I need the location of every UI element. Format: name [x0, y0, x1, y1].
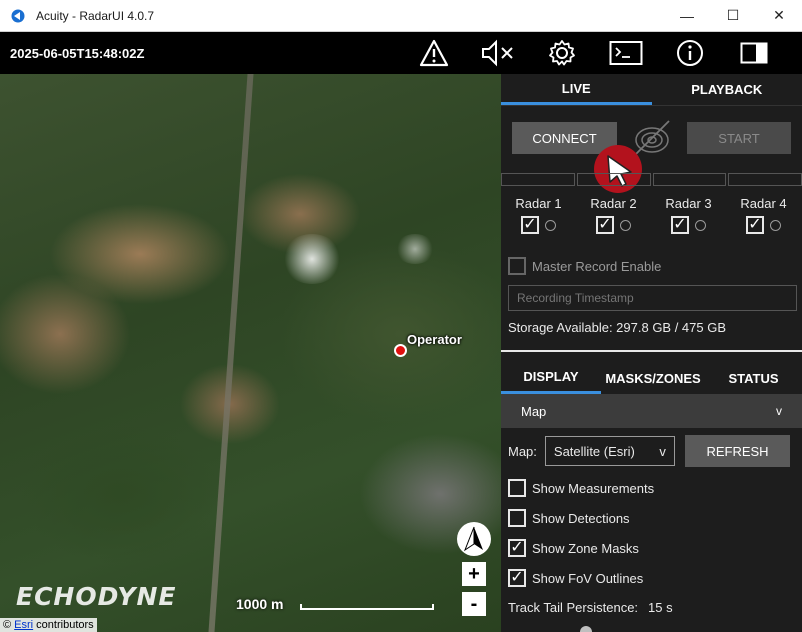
- tab-status[interactable]: STATUS: [705, 362, 802, 394]
- compass-north-icon[interactable]: [457, 522, 491, 556]
- radar-status-segment: [652, 173, 727, 186]
- option-show-fov-outlines[interactable]: ✓ Show FoV Outlines: [508, 569, 643, 587]
- minimize-button[interactable]: —: [664, 0, 710, 32]
- terminal-icon[interactable]: [600, 32, 652, 74]
- radar-4-checkbox[interactable]: ✓: [746, 216, 764, 234]
- zoom-out-button[interactable]: -: [462, 592, 486, 616]
- radar-label-4: Radar 4: [740, 196, 787, 211]
- panel-toggle-icon[interactable]: [728, 32, 780, 74]
- radar-label-3: Radar 3: [665, 196, 712, 211]
- track-tail-row: Track Tail Persistence: 15 s: [508, 600, 673, 615]
- map-source-value: Satellite (Esri): [553, 443, 635, 459]
- option-label: Show Detections: [532, 510, 630, 526]
- chevron-down-icon: v: [659, 443, 666, 459]
- recording-timestamp-input[interactable]: [508, 285, 797, 311]
- operator-label: Operator: [407, 332, 462, 347]
- info-icon[interactable]: [664, 32, 716, 74]
- radar-2-checkbox[interactable]: ✓: [596, 216, 614, 234]
- control-panel: LIVE PLAYBACK CONNECT START Radar 1 Rada…: [501, 74, 802, 632]
- map-attribution: © Esri contributors: [0, 618, 97, 632]
- map-source-row: Map: Satellite (Esri) v: [508, 436, 675, 466]
- track-tail-label: Track Tail Persistence:: [508, 600, 639, 615]
- window-title: Acuity - RadarUI 4.0.7: [36, 8, 155, 23]
- option-label: Show Measurements: [532, 480, 655, 496]
- master-record-checkbox[interactable]: [508, 257, 526, 275]
- map-section-header[interactable]: Map v: [501, 394, 802, 428]
- radar-2-controls: ✓: [576, 216, 651, 234]
- option-show-detections[interactable]: Show Detections: [508, 509, 630, 527]
- cloud: [395, 234, 435, 264]
- highway-line: [208, 74, 254, 632]
- tab-display[interactable]: DISPLAY: [501, 362, 601, 394]
- show-detections-checkbox[interactable]: [508, 509, 526, 527]
- option-label: Show Zone Masks: [532, 540, 639, 556]
- utc-timestamp: 2025-06-05T15:48:02Z: [10, 45, 145, 61]
- radar-labels: Radar 1 Radar 2 Radar 3 Radar 4: [501, 196, 802, 211]
- start-button[interactable]: START: [687, 122, 791, 154]
- radar-label-1: Radar 1: [515, 196, 562, 211]
- radar-3-controls: ✓: [651, 216, 726, 234]
- track-tail-slider-handle[interactable]: [580, 626, 592, 632]
- show-zone-masks-checkbox[interactable]: ✓: [508, 539, 526, 557]
- option-show-zone-masks[interactable]: ✓ Show Zone Masks: [508, 539, 639, 557]
- title-bar: Acuity - RadarUI 4.0.7 — ☐ ✕: [0, 0, 802, 32]
- warning-icon[interactable]: [408, 32, 460, 74]
- refresh-button[interactable]: REFRESH: [685, 435, 790, 467]
- app-logo-icon: [10, 8, 26, 24]
- radar-4-controls: ✓: [726, 216, 801, 234]
- map-source-label: Map:: [508, 443, 537, 459]
- radar-1-checkbox[interactable]: ✓: [521, 216, 539, 234]
- section-title: Map: [521, 403, 547, 419]
- radar-1-controls: ✓: [501, 216, 576, 234]
- cursor-pointer-icon: [593, 144, 643, 194]
- option-label: Show FoV Outlines: [532, 570, 644, 586]
- radar-2-status-indicator: [620, 219, 631, 231]
- option-show-measurements[interactable]: Show Measurements: [508, 479, 654, 497]
- zoom-in-button[interactable]: +: [462, 562, 486, 586]
- cloud: [282, 234, 342, 284]
- esri-link[interactable]: Esri: [14, 619, 33, 631]
- tab-live[interactable]: LIVE: [501, 74, 652, 105]
- scale-label: 1000 m: [236, 596, 284, 612]
- copyright-symbol: ©: [3, 619, 12, 631]
- radar-status-segment: [728, 173, 802, 186]
- map-source-select[interactable]: Satellite (Esri) v: [544, 436, 675, 466]
- attribution-text: contributors: [33, 619, 94, 631]
- operator-marker[interactable]: [394, 344, 407, 357]
- mute-icon[interactable]: [472, 32, 524, 74]
- track-tail-value: 15 s: [648, 600, 673, 615]
- radar-3-checkbox[interactable]: ✓: [671, 216, 689, 234]
- radar-3-status-indicator: [695, 219, 706, 231]
- radar-status-segment: [576, 173, 651, 186]
- chevron-down-icon: v: [776, 404, 782, 418]
- show-measurements-checkbox[interactable]: [508, 479, 526, 497]
- show-fov-outlines-checkbox[interactable]: ✓: [508, 569, 526, 587]
- mode-tabs: LIVE PLAYBACK: [501, 74, 802, 106]
- gear-icon[interactable]: [536, 32, 588, 74]
- echodyne-logo: ECHODYNE: [16, 582, 177, 611]
- master-record-row: Master Record Enable: [508, 257, 661, 275]
- settings-tabs: DISPLAY MASKS/ZONES STATUS: [501, 362, 802, 394]
- panel-divider: [501, 350, 802, 352]
- radar-4-status-indicator: [770, 219, 781, 231]
- storage-available: Storage Available: 297.8 GB / 475 GB: [508, 320, 727, 335]
- tab-masks-zones[interactable]: MASKS/ZONES: [601, 362, 705, 394]
- radar-status-segment: [501, 173, 575, 186]
- master-record-label: Master Record Enable: [532, 258, 662, 274]
- radar-checkboxes: ✓ ✓ ✓ ✓: [501, 216, 802, 234]
- satellite-map[interactable]: Operator + - ECHODYNE 1000 m © Esri cont…: [0, 74, 501, 632]
- maximize-button[interactable]: ☐: [710, 0, 756, 32]
- radar-1-status-indicator: [545, 219, 556, 231]
- radar-status-bar: [501, 173, 802, 186]
- scale-bar: [300, 604, 434, 610]
- tab-playback[interactable]: PLAYBACK: [652, 74, 802, 105]
- top-toolbar: 2025-06-05T15:48:02Z: [0, 32, 802, 74]
- radar-label-2: Radar 2: [590, 196, 637, 211]
- close-button[interactable]: ✕: [756, 0, 802, 32]
